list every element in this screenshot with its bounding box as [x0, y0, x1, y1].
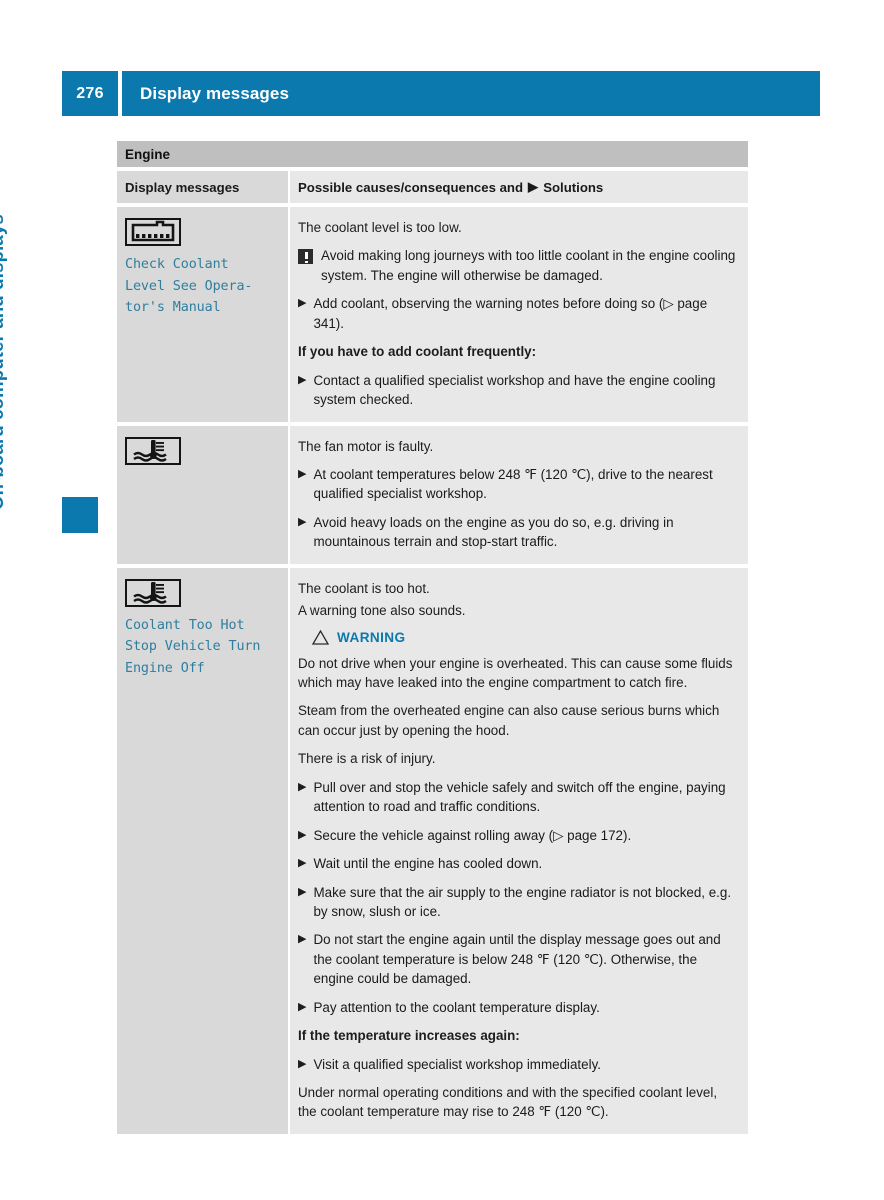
bullet-arrow-icon: ▶ [298, 885, 307, 898]
bullet-text: At coolant temperatures below 248 ℉ (120… [313, 466, 713, 502]
solution-bullet: ▶ Secure the vehicle against rolling away… [298, 826, 738, 845]
bullet-text: Pay attention to the coolant temperature… [313, 999, 600, 1015]
bullet-arrow-icon: ▶ [298, 467, 307, 480]
table-header-row: Display messages Possible causes/consequ… [117, 171, 748, 203]
table-row: Coolant Too Hot Stop Vehicle Turn Engine… [117, 567, 748, 1134]
bullet-text: Visit a qualified specialist workshop im… [313, 1056, 602, 1072]
bullet-arrow-icon: ▶ [298, 515, 307, 528]
page-header: 276 Display messages [62, 71, 820, 116]
causes-solutions-cell: The coolant is too hot. A warning tone al… [290, 567, 748, 1134]
coolant-temp-icon [125, 578, 181, 607]
bullet-arrow-icon: ▶ [298, 933, 307, 946]
bullet-arrow-icon: ▶ [298, 297, 307, 310]
bullet-text: Do not start the engine again until the … [313, 932, 721, 987]
bullet-arrow-icon: ▶ [298, 1000, 307, 1013]
body-paragraph: Under normal operating conditions and wi… [298, 1085, 718, 1120]
subheading-text: If the temperature increases again: [298, 1028, 520, 1044]
display-message-text: Check Coolant Level See Opera- tor's Man… [125, 257, 253, 316]
solution-bullet: ▶ At coolant temperatures below 248 ℉ (12… [298, 465, 738, 504]
solution-bullet: ▶ Add coolant, observing the warning note… [298, 294, 738, 333]
solution-bullet: ▶ Contact a qualified specialist workshop… [298, 371, 738, 410]
bullet-arrow-icon: ▶ [298, 857, 307, 870]
solution-bullet: ▶ Do not start the engine again until the… [298, 930, 738, 988]
bullet-text: Secure the vehicle against rolling away … [313, 827, 632, 843]
solution-bullet: ▶ Wait until the engine has cooled down. [298, 854, 738, 873]
solution-bullet: ▶ Pay attention to the coolant temperatur… [298, 998, 738, 1017]
display-message-text: Coolant Too Hot Stop Vehicle Turn Engine… [125, 617, 261, 677]
solution-bullet: ▶ Avoid heavy loads on the engine as you … [298, 513, 738, 552]
solution-bullet: ▶ Make sure that the air supply to the en… [298, 883, 738, 922]
warning-triangle-icon [312, 629, 329, 645]
bullet-text: Avoid heavy loads on the engine as you d… [313, 514, 674, 550]
body-paragraph: The coolant level is too low. [298, 220, 462, 235]
display-messages-table: Engine Display messages Possible causes/… [117, 141, 748, 1134]
warning-heading: WARNING [312, 629, 738, 645]
column-header-causes-solutions: Possible causes/consequences and ▶ Solut… [290, 171, 748, 203]
warning-label: WARNING [337, 629, 406, 645]
page-title: Display messages [122, 71, 820, 116]
column-header-display-messages: Display messages [117, 171, 288, 203]
table-body: Check Coolant Level See Opera- tor's Man… [117, 207, 748, 1134]
coolant-tank-icon [125, 218, 181, 246]
body-paragraph: Steam from the overheated engine can als… [298, 703, 720, 738]
display-message-cell [117, 425, 288, 564]
table-row: The fan motor is faulty. ▶ At coolant temp… [117, 425, 748, 564]
table-row: Check Coolant Level See Opera- tor's Man… [117, 207, 748, 422]
solution-bullet: ▶ Visit a qualified specialist workshop i… [298, 1055, 738, 1074]
display-message-cell: Check Coolant Level See Opera- tor's Man… [117, 207, 288, 422]
body-paragraph: Do not drive when your engine is overhea… [298, 655, 733, 690]
table-section-title: Engine [117, 141, 748, 167]
body-paragraph: A warning tone also sounds. [298, 603, 466, 619]
display-message-cell: Coolant Too Hot Stop Vehicle Turn Engine… [117, 567, 288, 1134]
damage-note: Avoid making long journeys with too litt… [298, 246, 738, 285]
bullet-arrow-icon: ▶ [298, 780, 307, 793]
coolant-temp-icon [125, 436, 181, 465]
exclamation-note-icon [298, 249, 313, 265]
bullet-text: Pull over and stop the vehicle safely an… [313, 779, 726, 815]
column-header-prefix: Possible causes/consequences and [298, 179, 524, 195]
causes-solutions-cell: The coolant level is too low. Avoid makin… [290, 207, 748, 422]
bullet-arrow-icon: ▶ [298, 1057, 307, 1070]
bullet-arrow-icon: ▶ [298, 828, 307, 841]
subheading-text: If you have to add coolant frequently: [298, 344, 537, 360]
bullet-text: Make sure that the air supply to the eng… [313, 884, 732, 919]
body-paragraph: There is a risk of injury. [298, 751, 436, 767]
page-number: 276 [62, 71, 118, 116]
solution-bullet: ▶ Pull over and stop the vehicle safely a… [298, 778, 738, 817]
chapter-side-title: On-board computer and displays [0, 214, 7, 510]
bullet-arrow-icon: ▶ [298, 373, 307, 386]
causes-solutions-cell: The fan motor is faulty. ▶ At coolant temp… [290, 425, 748, 564]
body-paragraph: The coolant is too hot. [298, 580, 430, 596]
body-paragraph: The fan motor is faulty. [298, 438, 434, 454]
bullet-text: Wait until the engine has cooled down. [313, 856, 543, 872]
bullet-text: Add coolant, observing the warning notes… [313, 296, 708, 331]
note-text: Avoid making long journeys with too litt… [321, 248, 736, 283]
chapter-thumb-tab [62, 497, 98, 533]
solutions-arrow-icon: ▶ [528, 179, 539, 194]
bullet-text: Contact a qualified specialist workshop … [313, 372, 716, 408]
column-header-suffix: Solutions [543, 179, 604, 195]
